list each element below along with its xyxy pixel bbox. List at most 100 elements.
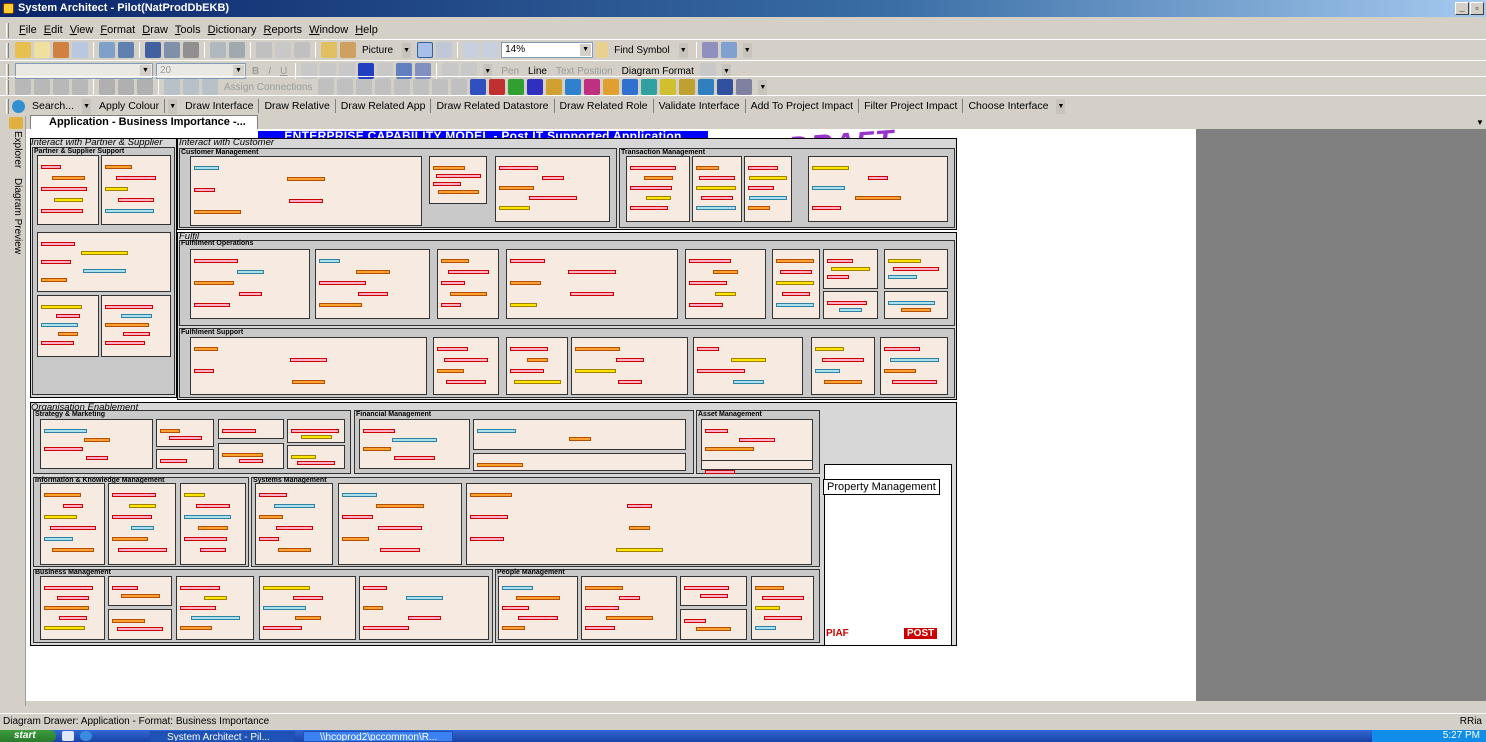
capability-box[interactable] [156, 419, 214, 447]
find-symbol-button[interactable]: Find Symbol [611, 45, 673, 56]
chart-icon[interactable] [717, 79, 734, 95]
application-bar[interactable] [112, 515, 152, 519]
application-bar[interactable] [44, 606, 89, 610]
application-bar[interactable] [407, 616, 441, 620]
application-bar[interactable] [888, 301, 935, 305]
application-bar[interactable] [763, 616, 802, 620]
application-bar[interactable] [319, 281, 366, 285]
apply-colour-dropdown-arrow[interactable]: ▼ [168, 98, 178, 114]
application-bar[interactable] [130, 526, 154, 530]
capability-box[interactable] [880, 337, 948, 395]
application-bar[interactable] [363, 586, 387, 590]
application-bar[interactable] [689, 259, 731, 263]
application-bar[interactable] [626, 504, 652, 508]
search-dropdown-arrow[interactable]: ▼ [82, 98, 92, 114]
application-bar[interactable] [363, 429, 395, 433]
menu-dictionary[interactable]: Dictionary [208, 24, 257, 36]
application-bar[interactable] [815, 369, 840, 373]
layout2-icon[interactable] [337, 79, 354, 95]
application-bar[interactable] [58, 332, 78, 336]
application-bar[interactable] [44, 626, 85, 630]
application-bar[interactable] [884, 369, 916, 373]
move-icon[interactable] [118, 79, 134, 95]
browse-icon[interactable] [99, 42, 115, 58]
application-bar[interactable] [49, 526, 96, 530]
capability-box[interactable] [823, 291, 878, 319]
paste-icon[interactable] [229, 42, 245, 58]
capability-box[interactable] [693, 337, 803, 395]
application-bar[interactable] [437, 369, 464, 373]
application-bar[interactable] [739, 438, 775, 442]
application-bar[interactable] [275, 526, 313, 530]
application-bar[interactable] [713, 270, 738, 274]
application-bar[interactable] [901, 308, 931, 312]
menu-grip[interactable] [6, 22, 9, 38]
map-icon[interactable] [641, 79, 658, 95]
application-bar[interactable] [41, 305, 82, 309]
application-bar[interactable] [696, 166, 719, 170]
folder-icon[interactable] [9, 117, 23, 129]
application-bar[interactable] [689, 281, 727, 285]
capability-box[interactable] [429, 156, 487, 204]
application-bar[interactable] [405, 596, 443, 600]
application-bar[interactable] [287, 177, 325, 181]
draw-relative-button[interactable]: Draw Relative [259, 99, 336, 113]
application-bar[interactable] [194, 210, 241, 214]
application-bar[interactable] [263, 586, 310, 590]
application-bar[interactable] [128, 504, 156, 508]
application-bar[interactable] [477, 463, 523, 467]
application-bar[interactable] [684, 619, 706, 623]
menu-reports[interactable]: Reports [264, 24, 303, 36]
application-bar[interactable] [630, 166, 676, 170]
tree-icon[interactable] [660, 79, 677, 95]
layout8-icon[interactable] [451, 79, 468, 95]
application-bar[interactable] [516, 596, 560, 600]
copy-icon[interactable] [210, 42, 226, 58]
application-bar[interactable] [868, 176, 888, 180]
application-bar[interactable] [41, 165, 61, 169]
align-bottom-icon[interactable] [34, 79, 50, 95]
application-bar[interactable] [437, 190, 479, 194]
application-bar[interactable] [782, 292, 810, 296]
application-bar[interactable] [58, 616, 87, 620]
text-tool-icon[interactable] [679, 79, 696, 95]
application-bar[interactable] [730, 358, 766, 362]
application-bar[interactable] [541, 176, 564, 180]
application-bar[interactable] [812, 166, 849, 170]
application-bar[interactable] [705, 470, 735, 474]
taskbar-item-folder[interactable]: \\hcoprod2\pccommon\R... [303, 731, 453, 742]
application-bar[interactable] [222, 429, 256, 433]
capability-box[interactable] [473, 453, 686, 471]
cut-icon[interactable] [256, 42, 272, 58]
application-bar[interactable] [184, 493, 205, 497]
application-bar[interactable] [827, 275, 849, 279]
application-bar[interactable] [105, 341, 145, 345]
application-bar[interactable] [376, 504, 424, 508]
show-desktop-icon[interactable] [62, 731, 74, 741]
capability-box[interactable] [473, 419, 686, 450]
capability-box[interactable] [433, 337, 499, 395]
application-bar[interactable] [291, 455, 316, 459]
distribute-icon[interactable] [72, 79, 88, 95]
application-bar[interactable] [697, 369, 745, 373]
tab-overflow-arrow[interactable]: ▼ [1476, 118, 1484, 127]
application-bar[interactable] [259, 537, 279, 541]
application-bar[interactable] [105, 187, 128, 191]
application-bar[interactable] [827, 259, 853, 263]
application-bar[interactable] [160, 429, 180, 433]
zoom-area-icon[interactable] [436, 42, 453, 58]
application-bar[interactable] [615, 548, 663, 552]
application-bar[interactable] [263, 626, 302, 630]
application-bar[interactable] [888, 259, 921, 263]
route-icon[interactable] [164, 79, 180, 95]
application-bar[interactable] [585, 586, 623, 590]
application-bar[interactable] [749, 176, 787, 180]
application-bar[interactable] [755, 606, 780, 610]
capability-box[interactable] [680, 576, 747, 606]
application-bar[interactable] [294, 616, 321, 620]
application-bar[interactable] [44, 493, 81, 497]
application-bar[interactable] [705, 429, 728, 433]
application-bar[interactable] [112, 586, 138, 590]
application-bar[interactable] [748, 186, 774, 190]
application-bar[interactable] [180, 626, 212, 630]
